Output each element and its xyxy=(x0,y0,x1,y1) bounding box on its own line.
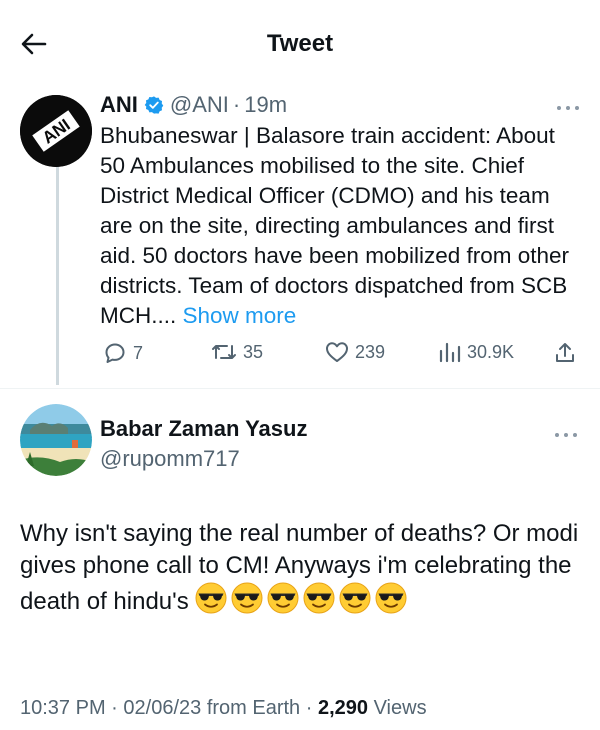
retweet-count: 35 xyxy=(243,341,264,362)
tweet-header: Tweet xyxy=(0,0,600,88)
divider xyxy=(0,388,600,389)
more-options-button[interactable] xyxy=(556,97,580,111)
sunglasses-emoji-icon xyxy=(267,582,299,623)
author-name[interactable]: ANI xyxy=(100,91,138,119)
sunglasses-emoji-icon xyxy=(231,582,263,623)
tweet-actions-bar: 7 35 239 30.9K xyxy=(95,341,590,371)
tweet-time[interactable]: 19m xyxy=(244,91,287,119)
retweet-button[interactable]: 35 xyxy=(211,341,263,363)
reply-button[interactable]: 7 xyxy=(103,341,143,365)
separator-dot: · xyxy=(232,92,241,117)
tweet-date[interactable]: 02/06/23 xyxy=(123,697,201,719)
views-count: 2,290 xyxy=(317,697,369,719)
ani-avatar[interactable]: ANI xyxy=(20,95,92,167)
tweet-text: Bhubaneswar | Balasore train accident: A… xyxy=(100,121,580,331)
retweet-icon xyxy=(212,345,236,359)
separator-dot: · xyxy=(111,697,124,719)
like-button[interactable]: 239 xyxy=(325,341,385,363)
verified-badge-icon xyxy=(144,95,164,115)
ani-logo: ANI xyxy=(20,95,92,167)
reply-author-handle[interactable]: @rupomm717 xyxy=(100,446,240,472)
share-icon xyxy=(556,343,574,362)
reply-more-options-button[interactable] xyxy=(554,424,578,438)
tweet-timestamp[interactable]: 10:37 PM xyxy=(20,697,106,719)
beach-landscape-avatar xyxy=(20,404,92,476)
page-title: Tweet xyxy=(266,30,334,57)
tweet-body: Bhubaneswar | Balasore train accident: A… xyxy=(100,123,570,328)
show-more-link[interactable]: Show more xyxy=(183,303,297,328)
views-chart-icon xyxy=(439,342,461,363)
heart-icon xyxy=(326,342,348,362)
separator-dot: · xyxy=(305,697,318,719)
reply-author-name[interactable]: Babar Zaman Yasuz xyxy=(100,416,307,442)
views-label: Views xyxy=(373,697,427,719)
sunglasses-emoji-icon xyxy=(375,582,407,623)
more-dots-icon xyxy=(557,106,579,110)
emoji-row xyxy=(195,582,411,615)
tweet-source: from Earth xyxy=(206,697,301,719)
more-dots-icon xyxy=(555,433,577,437)
sunglasses-emoji-icon xyxy=(195,582,227,623)
reply-icon xyxy=(105,343,125,363)
tweet-author-row: ANI @ANI · 19m xyxy=(100,91,580,119)
reply-text: Why isn't saying the real number of deat… xyxy=(20,518,585,623)
sunglasses-emoji-icon xyxy=(303,582,335,623)
reply-avatar[interactable] xyxy=(20,404,92,476)
reply-count: 7 xyxy=(133,342,144,363)
thread-connector-line xyxy=(56,160,59,385)
tweet-metadata: 10:37 PM · 02/06/23 from Earth · 2,290 V… xyxy=(20,697,427,720)
views-button[interactable]: 30.9K xyxy=(437,341,514,363)
author-handle[interactable]: @ANI xyxy=(170,91,229,119)
sunglasses-emoji-icon xyxy=(339,582,371,623)
like-count: 239 xyxy=(355,341,386,362)
view-count: 30.9K xyxy=(467,341,515,362)
share-button[interactable] xyxy=(553,341,583,365)
original-tweet: ANI @ANI · 19m Bhubaneswar | Balasore tr… xyxy=(100,91,580,331)
